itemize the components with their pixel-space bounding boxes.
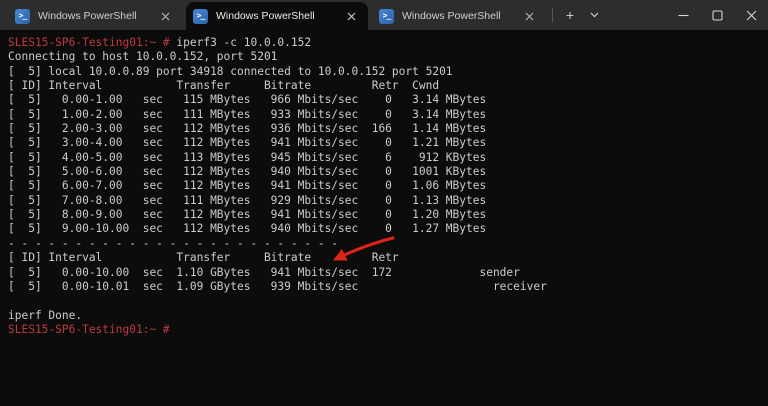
close-button[interactable] [734, 0, 768, 30]
terminal-line: Connecting to host 10.0.0.152, port 5201 [8, 50, 278, 64]
tab-windows-powershell-2[interactable]: >_ Windows PowerShell [186, 2, 368, 30]
tab-close-button[interactable] [520, 7, 538, 25]
terminal-line: [ 5] 1.00-2.00 sec 111 MBytes 933 Mbits/… [8, 107, 487, 121]
powershell-icon: >_ [193, 8, 208, 24]
tab-dropdown-button[interactable] [582, 3, 606, 27]
minimize-button[interactable] [666, 0, 700, 30]
terminal-line: [ 5] 0.00-10.01 sec 1.09 GBytes 939 Mbit… [8, 279, 547, 293]
terminal-line: [ 5] 6.00-7.00 sec 112 MBytes 941 Mbits/… [8, 179, 487, 193]
terminal-line: [ 5] 4.00-5.00 sec 113 MBytes 945 Mbits/… [8, 150, 487, 164]
maximize-button[interactable] [700, 0, 734, 30]
close-icon [525, 12, 533, 20]
tab-strip: >_ Windows PowerShell >_ Windows PowerSh… [0, 0, 550, 30]
terminal-line: - - - - - - - - - - - - - - - - - - - - … [8, 236, 339, 250]
window-controls [666, 0, 768, 30]
tab-title: Windows PowerShell [216, 10, 315, 22]
title-bar: >_ Windows PowerShell >_ Windows PowerSh… [0, 0, 768, 30]
terminal-line: [ 5] 0.00-10.00 sec 1.10 GBytes 941 Mbit… [8, 265, 520, 279]
tab-close-button[interactable] [342, 7, 360, 25]
terminal-line: [ ID] Interval Transfer Bitrate Retr Cwn… [8, 79, 440, 93]
tab-close-button[interactable] [156, 7, 174, 25]
tab-title: Windows PowerShell [38, 10, 137, 22]
terminal-line: iperf Done. [8, 308, 83, 322]
tab-title: Windows PowerShell [402, 10, 501, 22]
powershell-icon: >_ [15, 8, 30, 24]
powershell-icon: >_ [379, 8, 394, 24]
terminal-line: [ 5] 3.00-4.00 sec 112 MBytes 941 Mbits/… [8, 136, 487, 150]
terminal-line: [ 5] 0.00-1.00 sec 115 MBytes 966 Mbits/… [8, 93, 487, 107]
terminal-line: [ 5] 7.00-8.00 sec 111 MBytes 929 Mbits/… [8, 193, 487, 207]
tab-windows-powershell-1[interactable]: >_ Windows PowerShell [8, 2, 182, 30]
new-tab-button[interactable]: + [558, 3, 582, 27]
close-icon [746, 10, 756, 20]
maximize-icon [711, 9, 723, 21]
terminal-line: [ 5] 2.00-3.00 sec 112 MBytes 936 Mbits/… [8, 122, 487, 136]
terminal-line: SLES15-SP6-Testing01:~ # iperf3 -c 10.0.… [8, 36, 312, 49]
terminal-line: [ 5] 5.00-6.00 sec 112 MBytes 940 Mbits/… [8, 165, 487, 179]
terminal-line: [ 5] local 10.0.0.89 port 34918 connecte… [8, 64, 453, 78]
chevron-down-icon [590, 12, 598, 18]
tab-bar-divider [552, 8, 553, 22]
terminal-output: SLES15-SP6-Testing01:~ # iperf3 -c 10.0.… [8, 36, 760, 337]
terminal-line: [ 5] 9.00-10.00 sec 112 MBytes 940 Mbits… [8, 222, 487, 236]
close-icon [347, 12, 355, 20]
terminal-line: [ ID] Interval Transfer Bitrate Retr [8, 251, 399, 265]
terminal-line: SLES15-SP6-Testing01:~ # [8, 322, 177, 336]
close-icon [161, 12, 169, 20]
tab-windows-powershell-3[interactable]: >_ Windows PowerShell [372, 2, 546, 30]
minimize-icon [678, 14, 688, 16]
terminal[interactable]: SLES15-SP6-Testing01:~ # iperf3 -c 10.0.… [0, 30, 768, 406]
terminal-line: [ 5] 8.00-9.00 sec 112 MBytes 941 Mbits/… [8, 208, 487, 222]
